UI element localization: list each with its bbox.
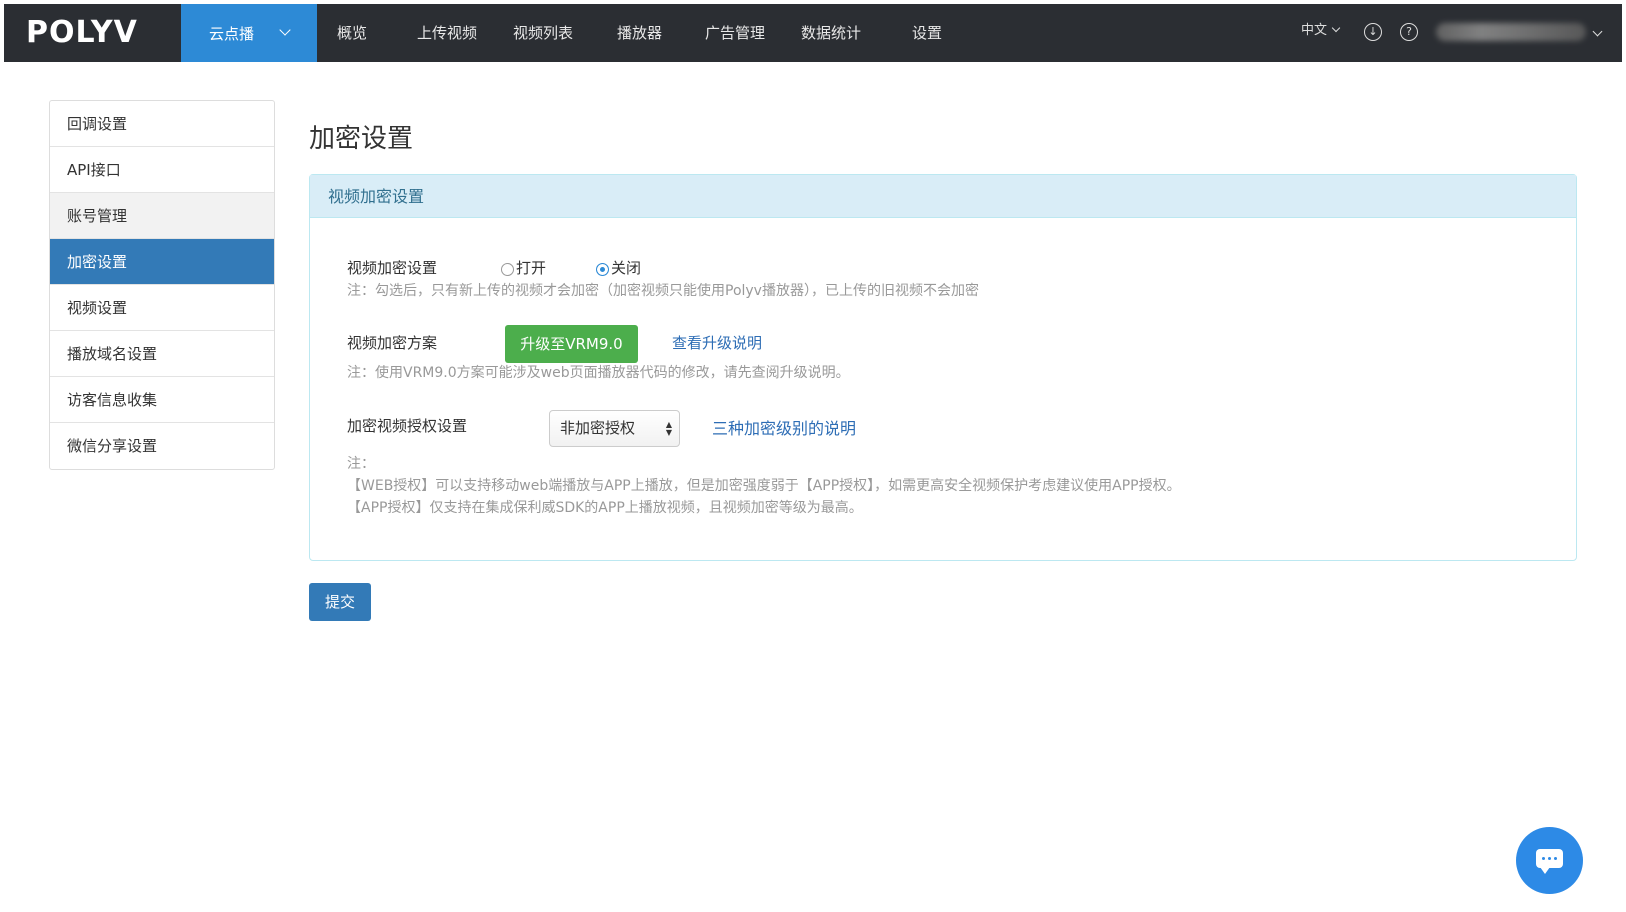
chat-bubble-shape	[1536, 849, 1563, 874]
polyv-logo[interactable]: POLYV	[26, 14, 138, 50]
authorization-note-app: 【APP授权】仅支持在集成保利威SDK的APP上播放视频，且视频加密等级为最高。	[347, 500, 863, 516]
authorization-note-title: 注：	[347, 456, 375, 472]
radio-on-label: 打开	[516, 259, 547, 277]
nav-statistics[interactable]: 数据统计	[801, 4, 861, 62]
nav-player[interactable]: 播放器	[617, 4, 662, 62]
download-icon[interactable]: ↓	[1364, 23, 1382, 41]
sidebar-item-visitor-info[interactable]: 访客信息收集	[50, 377, 274, 423]
sidebar-item-wechat-share[interactable]: 微信分享设置	[50, 423, 274, 469]
sidebar-item-account[interactable]: 账号管理	[50, 193, 274, 239]
nav-overview[interactable]: 概览	[337, 4, 367, 62]
page-title: 加密设置	[309, 124, 414, 154]
product-switcher[interactable]: 云点播	[181, 4, 317, 62]
product-switcher-label: 云点播	[209, 24, 255, 43]
nav-settings[interactable]: 设置	[912, 4, 942, 62]
radio-circle-icon	[501, 263, 514, 276]
nav-ad-management[interactable]: 广告管理	[705, 4, 765, 62]
scheme-note: 注：使用VRM9.0方案可能涉及web页面播放器代码的修改，请先查阅升级说明。	[347, 365, 850, 381]
authorization-label: 加密视频授权设置	[347, 417, 468, 435]
sidebar-item-callback[interactable]: 回调设置	[50, 101, 274, 147]
sidebar-item-play-domain[interactable]: 播放域名设置	[50, 331, 274, 377]
panel-heading: 视频加密设置	[310, 175, 1576, 218]
language-selector[interactable]: 中文	[1301, 4, 1341, 62]
nav-upload-video[interactable]: 上传视频	[417, 4, 477, 62]
authorization-select[interactable]: 非加密授权 ▲ ▼	[549, 410, 680, 447]
top-navbar: POLYV 云点播 概览 上传视频 视频列表 播放器 广告管理 数据统计 设置 …	[4, 4, 1622, 62]
upgrade-instructions-link[interactable]: 查看升级说明	[672, 332, 762, 353]
help-icon[interactable]: ?	[1400, 23, 1418, 41]
radio-off[interactable]: 关闭	[596, 257, 641, 278]
sidebar-item-encryption[interactable]: 加密设置	[50, 239, 274, 285]
sidebar-item-api[interactable]: API接口	[50, 147, 274, 193]
settings-sidebar: 回调设置 API接口 账号管理 加密设置 视频设置 播放域名设置 访客信息收集 …	[49, 100, 275, 470]
encryption-levels-link[interactable]: 三种加密级别的说明	[712, 415, 856, 439]
chevron-down-icon	[1331, 23, 1341, 33]
nav-video-list[interactable]: 视频列表	[513, 4, 573, 62]
chat-bubble-icon[interactable]	[1516, 827, 1583, 894]
sidebar-item-video-settings[interactable]: 视频设置	[50, 285, 274, 331]
account-menu[interactable]	[1436, 23, 1586, 41]
scheme-label: 视频加密方案	[347, 334, 438, 352]
encryption-label: 视频加密设置	[347, 259, 438, 277]
authorization-select-value: 非加密授权	[560, 419, 636, 437]
chevron-down-icon	[279, 24, 291, 36]
authorization-note-web: 【WEB授权】可以支持移动web端播放与APP上播放，但是加密强度弱于【APP授…	[347, 478, 1181, 494]
radio-on[interactable]: 打开	[501, 257, 546, 278]
language-label: 中文	[1301, 23, 1328, 38]
upgrade-vrm-button[interactable]: 升级至VRM9.0	[505, 325, 638, 363]
radio-checked-icon	[596, 263, 609, 276]
chevron-down-icon[interactable]	[1592, 26, 1603, 37]
select-arrows-icon: ▲ ▼	[665, 420, 672, 437]
encryption-note: 注：勾选后，只有新上传的视频才会加密（加密视频只能使用Polyv播放器），已上传…	[347, 283, 979, 299]
radio-off-label: 关闭	[611, 259, 642, 277]
submit-button[interactable]: 提交	[309, 583, 371, 621]
